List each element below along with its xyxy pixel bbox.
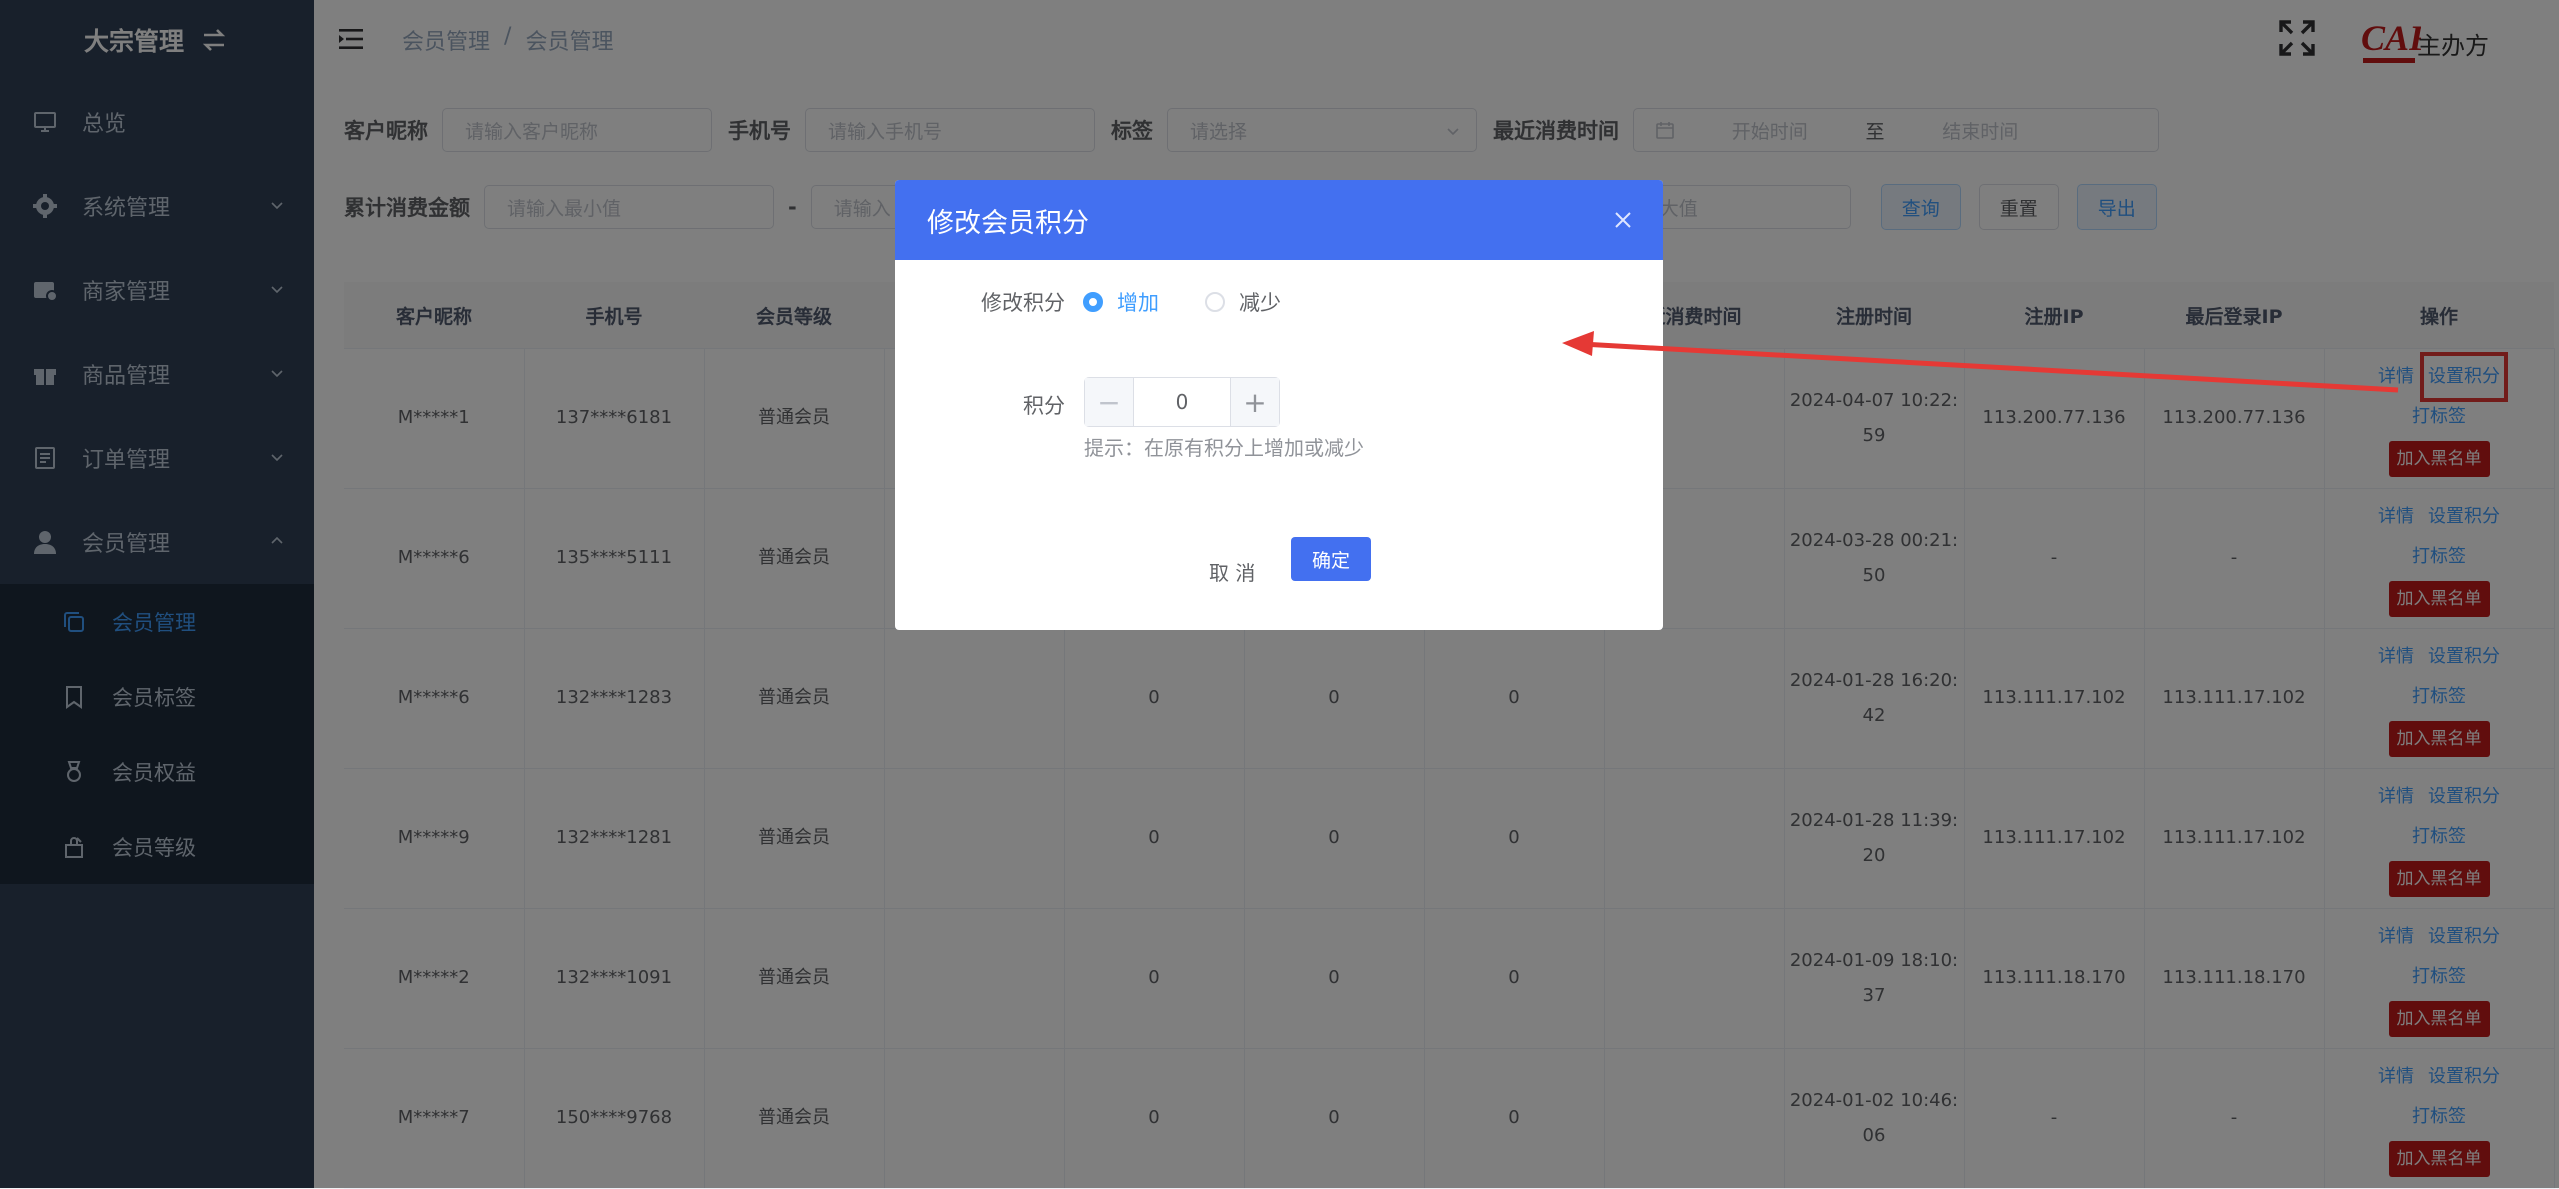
- annotation-arrow: [1562, 331, 2399, 393]
